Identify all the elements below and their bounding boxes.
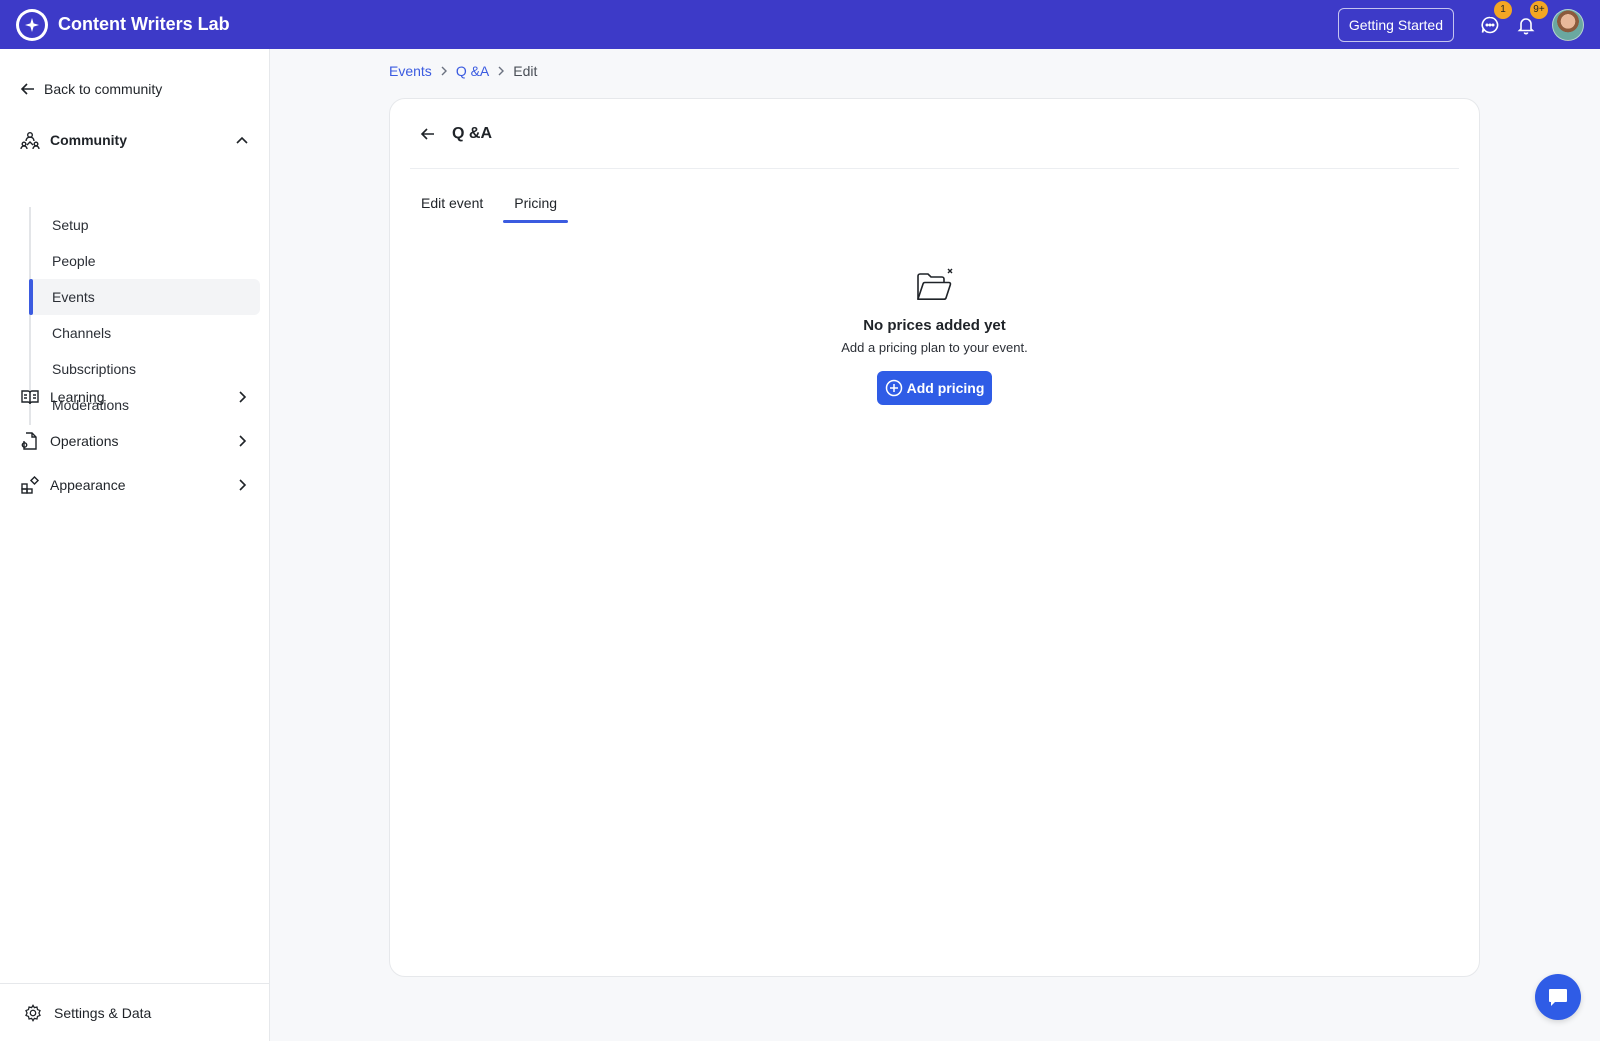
breadcrumb-events[interactable]: Events (389, 63, 432, 79)
sidebar-item-setup[interactable]: Setup (31, 207, 260, 243)
back-to-community-link[interactable]: Back to community (20, 81, 162, 97)
folder-open-icon (916, 268, 952, 300)
tabs: Edit event Pricing (410, 187, 577, 223)
sidebar-section-learning[interactable]: Learning (20, 386, 250, 408)
avatar[interactable] (1552, 8, 1584, 41)
sidebar-item-people[interactable]: People (31, 243, 260, 279)
top-bar: Content Writers Lab Getting Started 1 9+ (0, 0, 1600, 49)
arrow-left-icon (20, 83, 34, 95)
chevron-right-icon (438, 65, 450, 77)
add-pricing-button[interactable]: Add pricing (876, 371, 993, 405)
widgets-icon (20, 475, 40, 495)
app-title[interactable]: Content Writers Lab (58, 14, 230, 35)
sidebar-section-operations[interactable]: Operations (20, 430, 250, 452)
sidebar-item-subscriptions[interactable]: Subscriptions (31, 351, 260, 387)
empty-title: No prices added yet (863, 317, 1006, 334)
back-arrow-icon[interactable] (416, 122, 440, 146)
sidebar-item-events[interactable]: Events (29, 279, 260, 315)
gear-icon (25, 1003, 41, 1022)
add-pricing-label: Add pricing (906, 380, 985, 396)
chat-support-button[interactable] (1535, 974, 1581, 1020)
sidebar-community-label: Community (50, 132, 127, 148)
breadcrumb-current: Edit (513, 63, 538, 79)
getting-started-button[interactable]: Getting Started (1337, 7, 1454, 42)
sidebar: Back to community Community Setup People… (0, 49, 270, 1041)
back-label: Back to community (44, 81, 163, 97)
bell-icon[interactable]: 9+ (1514, 0, 1548, 37)
chat-bubble-icon (1549, 989, 1567, 1006)
empty-state: No prices added yet Add a pricing plan t… (390, 267, 1479, 405)
settings-label: Settings & Data (54, 1004, 152, 1021)
page-title: Q &A (452, 124, 492, 142)
sparkle-icon[interactable] (16, 8, 48, 41)
chevron-up-icon[interactable] (234, 132, 250, 148)
tab-pricing[interactable]: Pricing (503, 187, 568, 223)
settings-data-link[interactable]: Settings & Data (0, 983, 269, 1041)
sidebar-section-appearance[interactable]: Appearance (20, 474, 250, 496)
chevron-right-icon[interactable] (234, 389, 250, 405)
event-card: Q &A Edit event Pricing No prices added … (389, 98, 1480, 977)
chevron-right-icon[interactable] (234, 433, 250, 449)
community-icon (20, 130, 40, 150)
breadcrumb-event[interactable]: Q &A (456, 63, 489, 79)
chevron-right-icon (495, 65, 507, 77)
breadcrumb: Events Q &A Edit (389, 63, 537, 79)
card-header: Q &A (410, 99, 1459, 169)
sidebar-operations-label: Operations (50, 433, 119, 449)
messages-badge: 1 (1494, 0, 1512, 19)
chevron-right-icon[interactable] (234, 477, 250, 493)
book-icon (20, 387, 40, 407)
sidebar-appearance-label: Appearance (50, 477, 126, 493)
sidebar-item-channels[interactable]: Channels (31, 315, 260, 351)
notifications-badge: 9+ (1530, 0, 1548, 19)
messages-icon[interactable]: 1 (1478, 0, 1512, 37)
sidebar-section-community[interactable]: Community (20, 129, 250, 151)
empty-subtitle: Add a pricing plan to your event. (841, 340, 1028, 355)
plus-circle-icon (885, 379, 902, 397)
tab-edit-event[interactable]: Edit event (410, 187, 494, 219)
sidebar-learning-label: Learning (50, 389, 105, 405)
document-icon (20, 431, 40, 451)
